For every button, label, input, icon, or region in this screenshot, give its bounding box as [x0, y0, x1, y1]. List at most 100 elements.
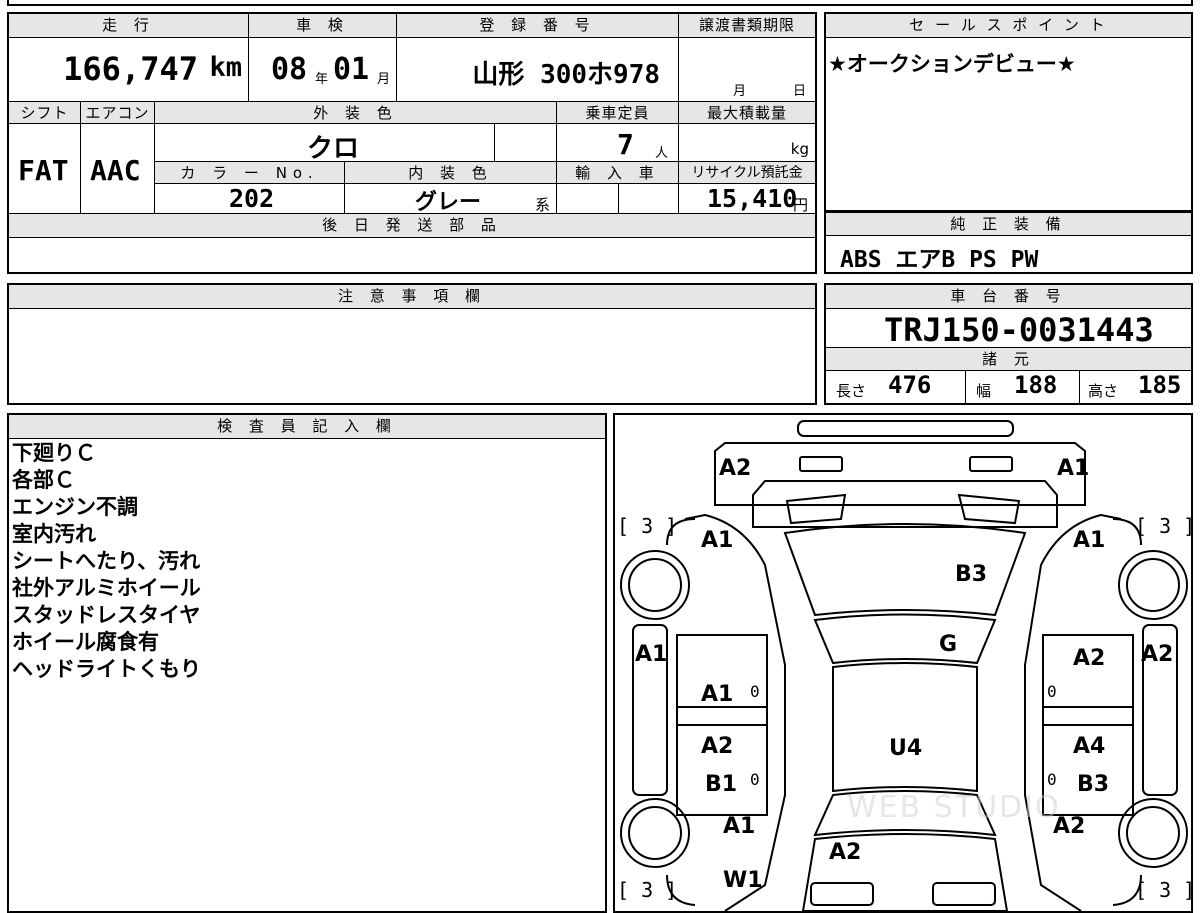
- capacity-cell: 7 人: [557, 124, 679, 162]
- inspector-note: ヘッドライトくもり: [12, 657, 201, 681]
- length-cell: 長さ 476: [826, 371, 966, 403]
- mark-door-rr-1: A4: [1073, 734, 1105, 759]
- mileage-cell: 166,747 km: [9, 38, 249, 102]
- mark-door-rl-1: A2: [701, 734, 733, 759]
- height-cell: 高さ 185: [1080, 371, 1191, 403]
- length-value: 476: [888, 371, 932, 399]
- height-label: 高さ: [1088, 382, 1119, 400]
- header-import: 輸 入 車: [557, 162, 679, 184]
- notes-box: 注 意 事 項 欄: [7, 283, 817, 405]
- vehicle-info-table: 走 行 車 検 登 録 番 号 譲渡書類期限 166,747 km 08 年 0…: [7, 12, 817, 274]
- deadline-month-unit: 月: [733, 84, 747, 99]
- capacity-value: 7: [617, 128, 634, 161]
- aircon-cell: AAC: [81, 124, 155, 214]
- mileage-value: 166,747: [63, 50, 198, 88]
- header-sales-point: セ ー ル ス ポ イ ン ト: [826, 14, 1191, 38]
- inspector-note: エンジン不調: [12, 495, 138, 519]
- transfer-deadline-cell: 月 日: [679, 38, 815, 102]
- car-diagram-box: WEB STUDIO A2 A1 A1 A1 B3 G A1 A2 A1 A2 …: [613, 413, 1193, 913]
- mark-pillar-right: A2: [1141, 642, 1173, 667]
- mark-door-rr-2: B3: [1077, 772, 1109, 797]
- inspector-note: シートへたり、汚れ: [12, 549, 201, 573]
- mark-rear-left-wheel: W1: [723, 868, 763, 893]
- chassis-box: 車 台 番 号 TRJ150-0031443 諸 元 長さ 476 幅 188 …: [824, 283, 1193, 405]
- length-label: 長さ: [836, 382, 867, 400]
- shift-cell: FAT: [9, 124, 81, 214]
- inspector-note: 室内汚れ: [12, 522, 96, 546]
- mark-front-left: A2: [719, 456, 751, 481]
- interior-color-cell: グレー 系: [345, 184, 557, 215]
- chassis-value: TRJ150-0031443: [884, 311, 1154, 349]
- recycle-unit: 円: [793, 196, 809, 214]
- inspector-note: ホイール腐食有: [12, 630, 159, 654]
- mark-fender-right: A1: [1073, 528, 1105, 553]
- inspection-year: 08: [271, 52, 308, 87]
- genuine-equipment-value: ABS エアB PS PW: [840, 247, 1039, 273]
- header-mileage: 走 行: [9, 14, 249, 38]
- header-max-load: 最大積載量: [679, 102, 815, 124]
- header-aircon: エアコン: [81, 102, 155, 124]
- registration-value: 山形 300ホ978: [472, 60, 660, 90]
- door-zero: 0: [1047, 770, 1057, 789]
- mark-rear-center: A2: [829, 840, 861, 865]
- width-cell: 幅 188: [966, 371, 1080, 403]
- exterior-color-extra: [495, 124, 557, 162]
- header-interior-color: 内 装 色: [345, 162, 557, 184]
- header-genuine-equipment: 純 正 装 備: [826, 212, 1191, 236]
- tire-front-right: [ 3 ]: [1135, 514, 1191, 538]
- mark-door-fl: A1: [701, 682, 733, 707]
- interior-color-suffix: 系: [535, 196, 551, 214]
- mileage-unit: km: [209, 52, 242, 83]
- mark-door-rl-2: B1: [705, 772, 737, 797]
- max-load-cell: kg: [679, 124, 815, 162]
- header-color-no: カ ラ ー No.: [155, 162, 345, 184]
- inspection-cell: 08 年 01 月: [249, 38, 397, 102]
- header-inspector: 検 査 員 記 入 欄: [9, 415, 605, 439]
- recycle-value: 15,410: [707, 184, 798, 213]
- door-zero: 0: [1047, 682, 1057, 701]
- mark-pillar-left: A1: [635, 642, 667, 667]
- diagram-watermark: WEB STUDIO: [847, 790, 1061, 825]
- header-registration: 登 録 番 号: [397, 14, 679, 38]
- color-no-value: 202: [229, 184, 275, 213]
- interior-color-value: グレー: [415, 190, 482, 215]
- inspection-month: 01: [333, 52, 370, 87]
- inspection-year-unit: 年: [315, 72, 329, 87]
- mark-door-fr: A2: [1073, 646, 1105, 671]
- import-cell-b: [619, 184, 679, 214]
- height-value: 185: [1138, 371, 1182, 399]
- tire-rear-left: [ 3 ]: [617, 878, 677, 902]
- capacity-unit: 人: [655, 146, 669, 161]
- header-transfer-deadline: 譲渡書類期限: [679, 14, 815, 38]
- mark-fender-left: A1: [701, 528, 733, 553]
- header-chassis: 車 台 番 号: [826, 285, 1191, 309]
- mark-rear-fender-left: A1: [723, 814, 755, 839]
- inspector-notes-list: 下廻りＣ 各部Ｃ エンジン不調 室内汚れ シートへたり、汚れ 社外アルミホイール…: [12, 440, 201, 683]
- deadline-day-unit: 日: [793, 84, 807, 99]
- header-inspection: 車 検: [249, 14, 397, 38]
- recycle-cell: 15,410 円: [679, 184, 815, 214]
- top-sliver: [7, 0, 1193, 6]
- header-notes: 注 意 事 項 欄: [9, 285, 815, 309]
- tire-front-left: [ 3 ]: [617, 514, 677, 538]
- mark-hood: B3: [955, 562, 987, 587]
- header-exterior-color: 外 装 色: [155, 102, 557, 124]
- width-label: 幅: [976, 382, 992, 400]
- inspector-note: 社外アルミホイール: [12, 576, 201, 600]
- mark-front-right: A1: [1057, 456, 1089, 481]
- inspector-note: スタッドレスタイヤ: [12, 603, 201, 627]
- genuine-equipment-box: 純 正 装 備 ABS エアB PS PW: [824, 212, 1193, 274]
- door-zero: 0: [750, 682, 760, 701]
- mark-roof: U4: [889, 736, 922, 761]
- sales-point-text: ★オークションデビュー★: [828, 52, 1076, 76]
- exterior-color-value: クロ: [307, 134, 360, 164]
- inspector-note: 下廻りＣ: [12, 441, 96, 465]
- color-no-cell: 202: [155, 184, 345, 214]
- tire-rear-right: [ 3 ]: [1135, 878, 1191, 902]
- header-specs: 諸 元: [826, 347, 1191, 371]
- header-recycle: リサイクル預託金: [679, 162, 815, 184]
- sales-point-box: セ ー ル ス ポ イ ン ト ★オークションデビュー★: [824, 12, 1193, 212]
- mark-windshield: G: [939, 632, 957, 657]
- max-load-unit: kg: [790, 140, 809, 158]
- width-value: 188: [1014, 371, 1058, 399]
